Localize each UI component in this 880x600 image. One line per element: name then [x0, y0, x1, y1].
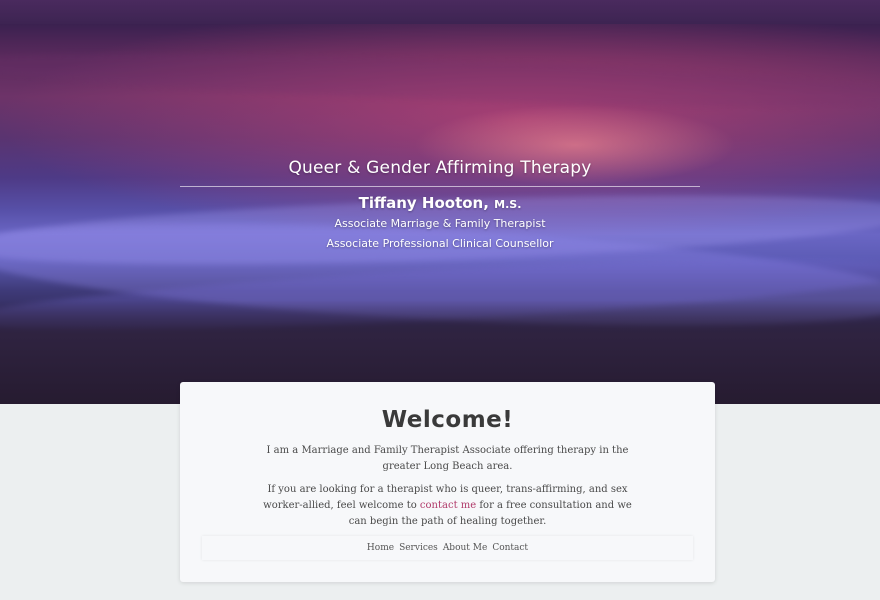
welcome-paragraph-contact: If you are looking for a therapist who i…	[255, 482, 640, 530]
welcome-card: Welcome! I am a Marriage and Family Ther…	[180, 382, 715, 582]
footer-nav: Home Services About Me Contact	[202, 536, 693, 560]
hero-sky	[0, 0, 880, 24]
hero-content: Queer & Gender Affirming Therapy Tiffany…	[0, 158, 880, 250]
nav-link-home[interactable]: Home	[367, 543, 394, 553]
hero-divider	[180, 186, 700, 187]
therapist-role: Associate Professional Clinical Counsell…	[326, 237, 554, 250]
therapist-name-text: Tiffany Hooton,	[358, 194, 489, 212]
therapist-role: Associate Marriage & Family Therapist	[334, 217, 546, 230]
therapist-credential: M.S.	[494, 198, 522, 211]
hero-tagline: Queer & Gender Affirming Therapy	[288, 158, 592, 178]
contact-me-link[interactable]: contact me	[420, 500, 476, 511]
nav-link-contact[interactable]: Contact	[492, 543, 528, 553]
welcome-paragraph-intro: I am a Marriage and Family Therapist Ass…	[266, 445, 629, 472]
welcome-title: Welcome!	[381, 407, 514, 433]
hero-wave	[0, 43, 880, 117]
nav-link-about[interactable]: About Me	[443, 543, 488, 553]
nav-link-services[interactable]: Services	[399, 543, 438, 553]
hero-banner: Queer & Gender Affirming Therapy Tiffany…	[0, 0, 880, 404]
therapist-name: Tiffany Hooton, M.S.	[0, 194, 880, 212]
